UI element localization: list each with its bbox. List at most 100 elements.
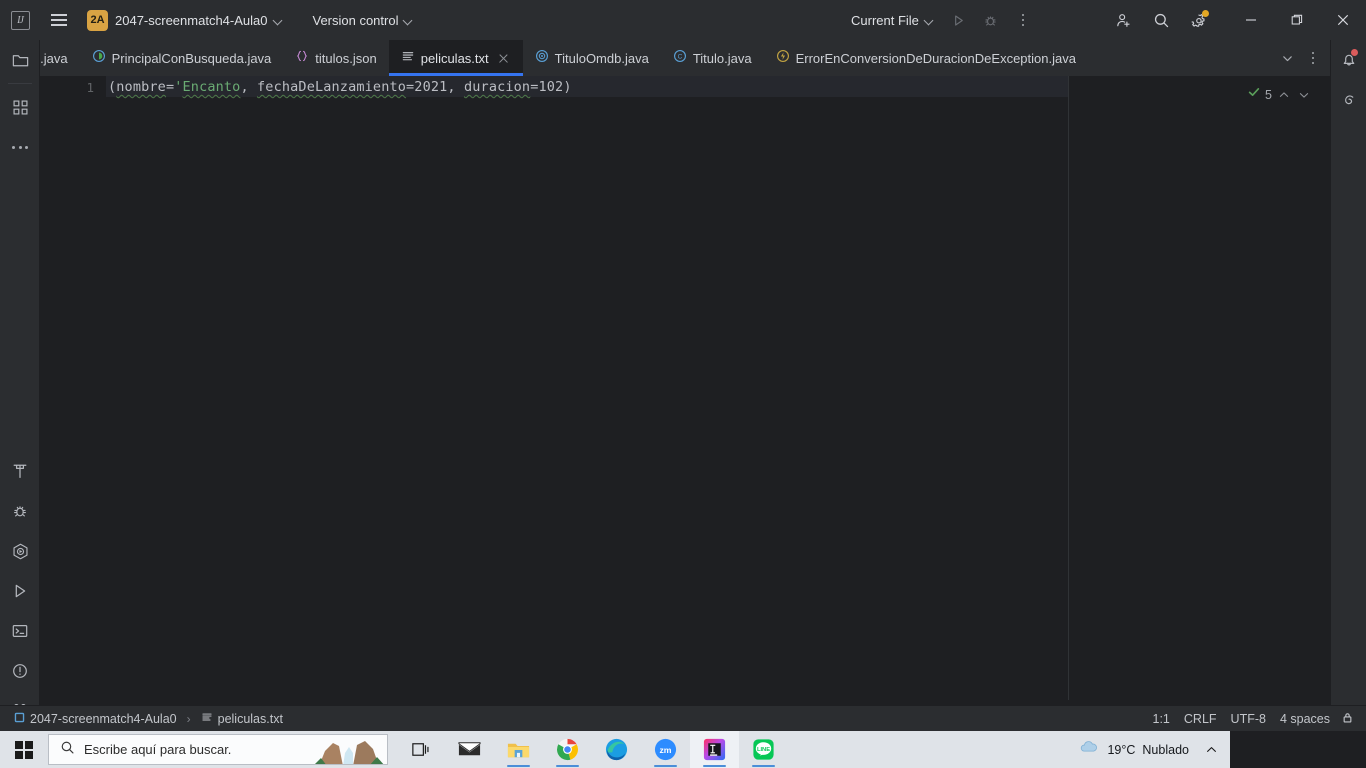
window-controls-group xyxy=(1108,0,1366,40)
sidebar-item-services[interactable] xyxy=(0,531,40,571)
breadcrumb-file[interactable]: peliculas.txt xyxy=(197,709,287,728)
version-control-label: Version control xyxy=(312,12,399,28)
hamburger-menu-icon[interactable] xyxy=(40,0,78,40)
tab-label: ErrorEnConversionDeDuracionDeException.j… xyxy=(795,50,1076,66)
ai-assistant-button[interactable] xyxy=(1331,80,1366,120)
java-class-icon: C xyxy=(673,49,687,68)
right-tool-window-bar xyxy=(1330,40,1366,731)
inspection-widget[interactable]: 5 xyxy=(1247,85,1312,104)
sidebar-item-project[interactable] xyxy=(0,40,40,80)
notifications-button[interactable] xyxy=(1331,40,1366,80)
editor-tab-5[interactable]: C Titulo.java xyxy=(661,40,764,76)
breadcrumb: 2047-screenmatch4-Aula0 › peliculas.txt xyxy=(0,709,287,728)
windows-search-placeholder: Escribe aquí para buscar. xyxy=(84,742,232,757)
editor-tab-6[interactable]: ErrorEnConversionDeDuracionDeException.j… xyxy=(764,40,1088,76)
sidebar-item-run[interactable] xyxy=(0,571,40,611)
title-bar: IJ 2A 2047-screenmatch4-Aula0 Version co… xyxy=(0,0,1366,40)
code-token: = xyxy=(165,79,175,95)
line-separator-widget[interactable]: CRLF xyxy=(1177,709,1224,729)
tab-options-more-vertical-icon[interactable] xyxy=(1300,45,1326,71)
caret-position-widget[interactable]: 1:1 xyxy=(1146,709,1177,729)
tray-expand-chevron-up-icon[interactable] xyxy=(1199,731,1225,768)
json-file-icon xyxy=(295,49,309,68)
chevron-down-icon[interactable] xyxy=(1296,87,1312,103)
windows-search-input[interactable]: Escribe aquí para buscar. xyxy=(48,734,388,765)
indent-widget[interactable]: 4 spaces xyxy=(1273,709,1337,729)
line-number: 1 xyxy=(86,80,94,95)
run-configuration-selector[interactable]: Current File xyxy=(843,7,942,33)
chevron-up-icon[interactable] xyxy=(1276,87,1292,103)
code-with-me-button[interactable] xyxy=(1108,5,1138,35)
editor-gutter[interactable]: 1 xyxy=(40,76,106,700)
tab-label: titulos.json xyxy=(315,50,377,66)
svg-text:LINE: LINE xyxy=(757,747,770,753)
search-icon xyxy=(60,740,75,760)
project-selector[interactable]: 2A 2047-screenmatch4-Aula0 xyxy=(82,7,291,33)
more-actions-button[interactable] xyxy=(1008,5,1038,35)
sidebar-item-build[interactable] xyxy=(0,451,40,491)
code-token: nombre xyxy=(116,79,166,95)
chevron-down-icon xyxy=(925,16,934,25)
intellij-idea-window: IJ 2A 2047-screenmatch4-Aula0 Version co… xyxy=(0,0,1366,768)
encoding-widget[interactable]: UTF-8 xyxy=(1224,709,1273,729)
sidebar-item-problems[interactable] xyxy=(0,651,40,691)
intellij-idea-logo-icon: IJ xyxy=(0,0,40,40)
tab-label: peliculas.txt xyxy=(420,50,489,66)
sidebar-item-terminal[interactable] xyxy=(0,611,40,651)
taskbar-cropped-region xyxy=(1230,731,1366,768)
tab-label: TituloOmdb.java xyxy=(554,50,649,66)
maximize-button[interactable] xyxy=(1274,0,1320,40)
inspection-count: 5 xyxy=(1265,87,1272,102)
tab-list-chevron-down-icon[interactable] xyxy=(1274,45,1300,71)
code-token: duracion xyxy=(463,79,531,95)
run-button[interactable] xyxy=(944,5,974,35)
text-file-icon xyxy=(401,49,415,68)
settings-button[interactable] xyxy=(1184,5,1214,35)
svg-text:C: C xyxy=(677,53,682,60)
search-everywhere-button[interactable] xyxy=(1146,5,1176,35)
sidebar-item-debug[interactable] xyxy=(0,491,40,531)
task-view-button[interactable] xyxy=(396,731,445,768)
minimize-button[interactable] xyxy=(1228,0,1274,40)
editor-tab-4[interactable]: TituloOmdb.java xyxy=(523,40,661,76)
code-token: Encanto xyxy=(182,79,241,95)
editor-tab-0[interactable]: al.java xyxy=(40,40,80,76)
editor-tab-1[interactable]: PrincipalConBusqueda.java xyxy=(80,40,284,76)
sidebar-item-commit[interactable] xyxy=(0,87,40,127)
editor-area[interactable]: 1 (nombre='Encanto, fechaDeLanzamiento=2… xyxy=(40,76,1330,700)
version-control-widget[interactable]: Version control xyxy=(304,7,421,33)
java-class-icon xyxy=(92,49,106,68)
java-exception-icon xyxy=(776,49,790,68)
tab-label: al.java xyxy=(40,50,68,66)
breadcrumb-project[interactable]: 2047-screenmatch4-Aula0 xyxy=(10,710,181,728)
project-module-icon xyxy=(14,712,25,726)
taskbar-app-file-explorer[interactable] xyxy=(494,731,543,768)
run-configuration-label: Current File xyxy=(851,12,919,28)
sidebar-item-more-tool-windows[interactable] xyxy=(0,127,40,167)
taskbar-app-intellij-idea[interactable] xyxy=(690,731,739,768)
code-token: ' xyxy=(174,79,183,95)
debug-button[interactable] xyxy=(976,5,1006,35)
taskbar-app-zoom[interactable]: zm xyxy=(641,731,690,768)
search-wallpaper-art xyxy=(309,735,387,764)
taskbar-app-mail[interactable] xyxy=(445,731,494,768)
windows-start-icon[interactable] xyxy=(0,731,48,768)
svg-text:zm: zm xyxy=(659,745,671,755)
text-file-icon xyxy=(201,711,213,726)
close-button[interactable] xyxy=(1320,0,1366,40)
chevron-down-icon xyxy=(404,16,413,25)
close-icon[interactable] xyxy=(496,51,511,66)
breadcrumb-file-label: peliculas.txt xyxy=(217,711,283,726)
status-bar: 2047-screenmatch4-Aula0 › peliculas.txt … xyxy=(0,705,1366,731)
taskbar-app-buttons: zm LINE xyxy=(396,731,788,768)
taskbar-app-microsoft-edge[interactable] xyxy=(592,731,641,768)
weather-temperature: 19°C xyxy=(1107,742,1136,757)
lock-icon[interactable] xyxy=(1337,708,1358,730)
editor-tab-2[interactable]: titulos.json xyxy=(283,40,388,76)
taskbar-app-line[interactable]: LINE xyxy=(739,731,788,768)
editor-code-line: (nombre='Encanto, fechaDeLanzamiento=202… xyxy=(108,80,572,95)
taskbar-app-google-chrome[interactable] xyxy=(543,731,592,768)
weather-widget[interactable]: 19°C Nublado xyxy=(1072,731,1199,768)
notification-badge xyxy=(1351,49,1358,56)
editor-tab-peliculas-txt[interactable]: peliculas.txt xyxy=(388,40,523,76)
